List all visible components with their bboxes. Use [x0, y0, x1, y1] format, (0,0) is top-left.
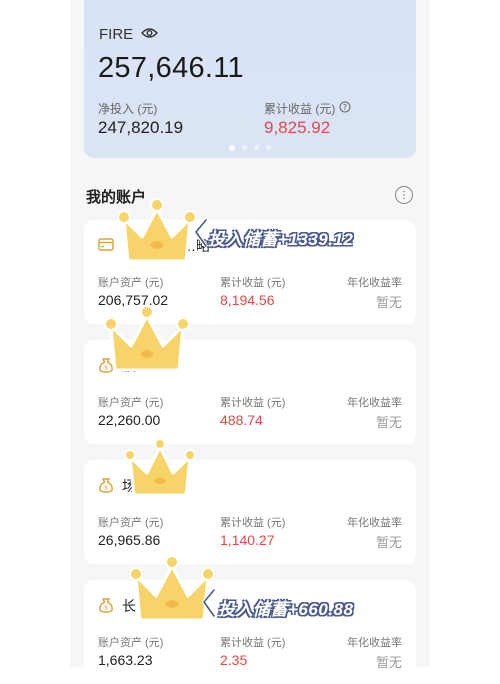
cum-return-header: 累计收益 (元) ?	[264, 100, 351, 117]
carousel-dot[interactable]	[254, 145, 259, 150]
crown-sticker-icon	[125, 438, 195, 497]
return-label: 累计收益 (元)	[220, 637, 286, 649]
return-value: 2.35	[220, 652, 248, 668]
return-value: 488.74	[220, 412, 263, 428]
net-invest-value: 247,820.19	[98, 118, 184, 137]
annual-value: 暂无	[375, 535, 402, 550]
summary-header: FIRE	[99, 26, 159, 43]
asset-value: 26,965.86	[98, 532, 161, 548]
asset-label: 账户资产 (元)	[98, 277, 164, 289]
return-label: 累计收益 (元)	[220, 397, 286, 409]
annotation-note: 投入储蓄+660.88	[218, 600, 354, 619]
cum-return-label: 累计收益 (元)	[264, 102, 336, 116]
summary-card[interactable]: FIRE 257,646.11 净投入 (元) 247,820.19 累计收益 …	[84, 0, 416, 158]
cum-return-value: 9,825.92	[264, 118, 331, 137]
asset-value: 22,260.00	[98, 412, 161, 428]
annual-label: 年化收益率	[347, 637, 402, 649]
bracket-mark-icon	[201, 588, 216, 618]
return-value: 8,194.56	[220, 292, 275, 308]
asset-label: 账户资产 (元)	[98, 517, 164, 529]
net-invest-label: 净投入 (元)	[98, 102, 158, 116]
annual-value: 暂无	[375, 655, 402, 670]
return-label: 累计收益 (元)	[220, 277, 286, 289]
money-bag-icon: $	[98, 597, 114, 616]
carousel-dots[interactable]	[84, 145, 416, 151]
help-icon[interactable]: ?	[339, 101, 351, 116]
svg-text:$: $	[104, 484, 108, 491]
carousel-dot[interactable]	[229, 145, 235, 151]
crown-sticker-icon	[118, 198, 196, 263]
return-label: 累计收益 (元)	[220, 517, 286, 529]
card-icon	[98, 238, 114, 254]
carousel-dot[interactable]	[266, 145, 271, 150]
portfolio-name: FIRE	[99, 26, 134, 43]
annotation-note: 投入储蓄+1339.12	[208, 230, 354, 249]
asset-label: 账户资产 (元)	[98, 637, 164, 649]
asset-label: 账户资产 (元)	[98, 397, 164, 409]
carousel-dot[interactable]	[242, 145, 247, 150]
return-value: 1,140.27	[220, 532, 275, 548]
money-bag-icon: $	[98, 477, 114, 496]
annual-value: 暂无	[375, 295, 402, 310]
crown-sticker-icon	[105, 305, 189, 372]
total-value: 257,646.11	[98, 52, 244, 84]
more-options-button[interactable]: ⋮	[395, 186, 413, 204]
annual-label: 年化收益率	[347, 397, 402, 409]
svg-text:$: $	[104, 604, 108, 611]
eye-icon[interactable]	[141, 26, 159, 43]
svg-text:?: ?	[343, 103, 347, 112]
annual-value: 暂无	[375, 415, 402, 430]
annual-label: 年化收益率	[347, 277, 402, 289]
annual-label: 年化收益率	[347, 517, 402, 529]
asset-value: 1,663.23	[98, 652, 153, 668]
